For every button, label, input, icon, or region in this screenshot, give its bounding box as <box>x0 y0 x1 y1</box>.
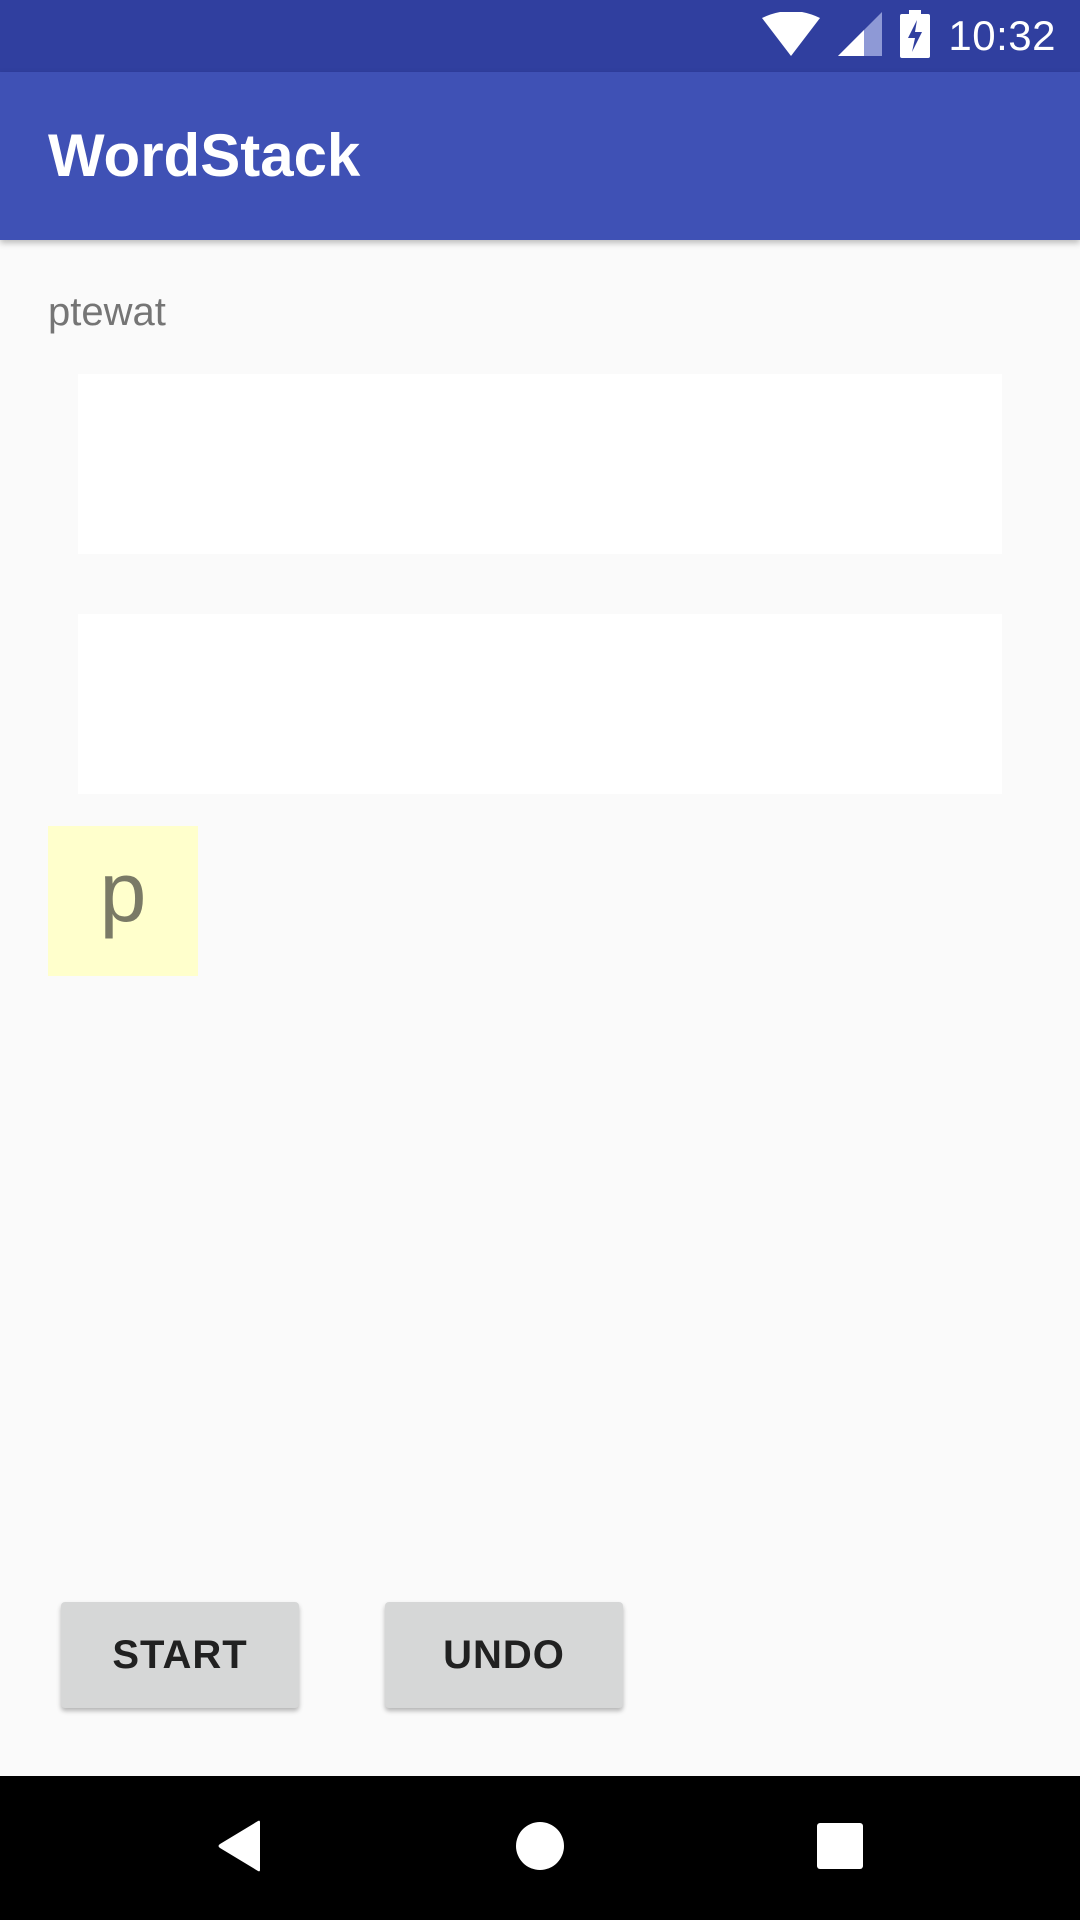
home-button[interactable] <box>500 1808 580 1888</box>
app-bar: WordStack <box>0 72 1080 240</box>
start-button[interactable]: START <box>61 1602 299 1708</box>
word-drop-area-2[interactable] <box>78 614 1002 794</box>
status-time: 10:32 <box>948 12 1056 59</box>
recents-button[interactable] <box>800 1808 880 1888</box>
back-icon <box>216 1820 264 1877</box>
recents-icon <box>817 1822 863 1874</box>
scrambled-word: ptewat <box>48 290 166 334</box>
status-bar: 10:32 <box>0 0 1080 72</box>
screen: 10:32 WordStack ptewat p START UNDO <box>0 0 1080 1920</box>
home-icon <box>515 1821 565 1876</box>
app-title: WordStack <box>48 122 361 189</box>
battery-charging-icon <box>900 9 931 63</box>
word-drop-area-1[interactable] <box>78 374 1002 554</box>
status-icons: 10:32 <box>762 0 1056 72</box>
nav-bar <box>0 1776 1080 1920</box>
wifi-icon <box>762 10 821 61</box>
cell-signal-icon <box>838 11 883 61</box>
back-button[interactable] <box>200 1808 280 1888</box>
letter-tile[interactable]: p <box>48 826 198 976</box>
undo-button[interactable]: UNDO <box>385 1602 623 1708</box>
